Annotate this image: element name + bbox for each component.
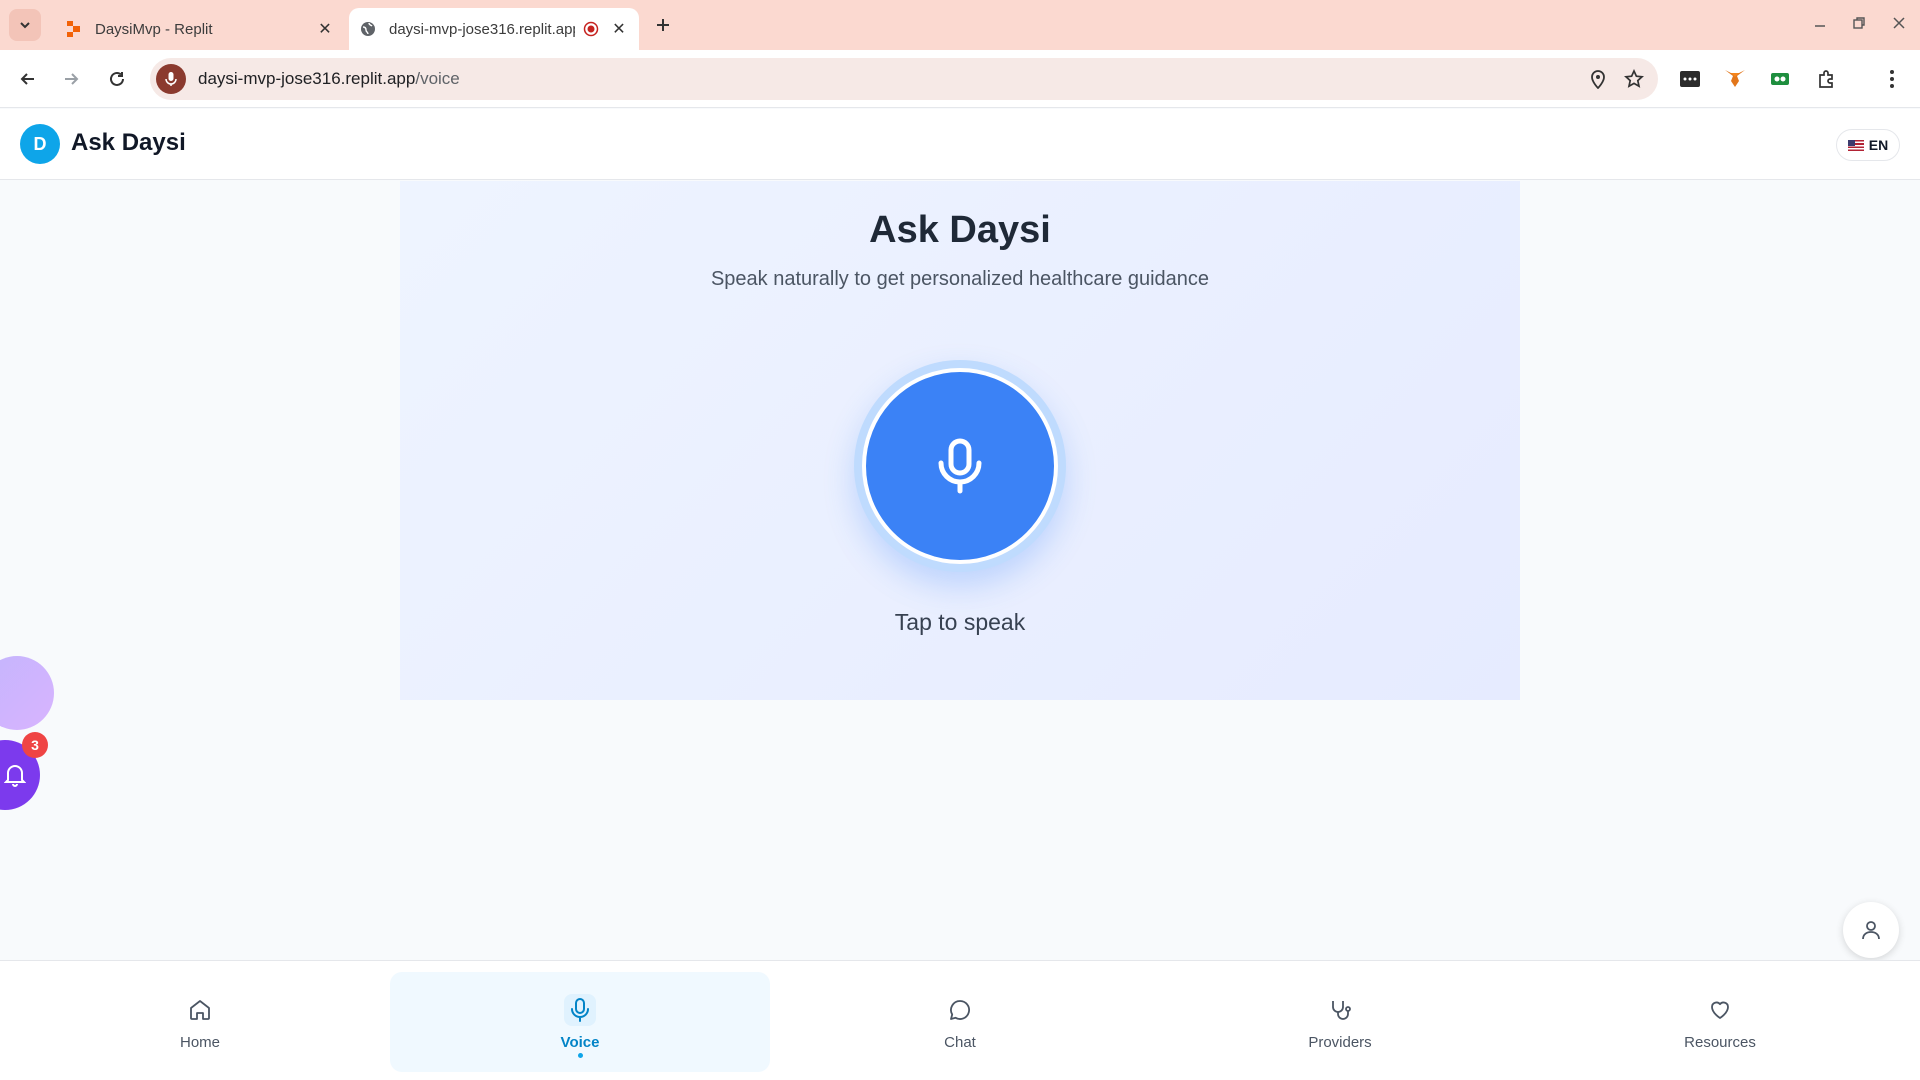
address-bar[interactable]: daysi-mvp-jose316.replit.app/voice [150, 58, 1658, 100]
nav-label: Chat [944, 1033, 976, 1051]
nav-label: Resources [1684, 1033, 1756, 1051]
url-path: /voice [415, 69, 460, 88]
app-title[interactable]: Ask Daysi [71, 129, 186, 157]
app-logo[interactable]: D [20, 124, 60, 164]
chat-icon [944, 994, 976, 1026]
page-subtitle: Speak naturally to get personalized heal… [710, 268, 1210, 290]
bell-icon [4, 765, 26, 787]
bottom-navigation: Home Voice Chat Providers Resources [0, 960, 1920, 1080]
browser-toolbar: daysi-mvp-jose316.replit.app/voice [0, 50, 1920, 108]
browser-tab-active[interactable]: daysi-mvp-jose316.replit.app ✕ [349, 8, 639, 50]
stethoscope-icon [1324, 994, 1356, 1026]
active-indicator-dot [577, 1053, 583, 1058]
microphone-icon [938, 438, 982, 494]
voice-panel: Ask Daysi Speak naturally to get persona… [400, 181, 1520, 700]
browser-tab-bar: DaysiMvp - Replit ✕ daysi-mvp-jose316.re… [0, 0, 1920, 50]
reload-button[interactable] [102, 64, 132, 94]
mic-icon [564, 993, 596, 1026]
record-voice-button[interactable] [862, 368, 1058, 564]
plus-icon [657, 19, 669, 31]
tap-to-speak-label: Tap to speak [894, 609, 1026, 635]
minimize-icon [1815, 25, 1825, 27]
us-flag-icon [1847, 139, 1864, 151]
close-tab-icon[interactable]: ✕ [313, 17, 337, 41]
bookmark-star-icon[interactable] [1616, 61, 1652, 97]
tab-title: DaysiMvp - Replit [95, 20, 213, 38]
replit-icon [65, 20, 83, 38]
user-icon [1862, 921, 1880, 940]
app-header: D Ask Daysi EN [0, 109, 1920, 180]
globe-icon [359, 20, 377, 38]
chevron-down-icon [20, 22, 30, 29]
profile-button[interactable] [1843, 902, 1899, 958]
home-icon [184, 994, 216, 1026]
language-code: EN [1868, 137, 1889, 153]
arrow-right-icon [65, 73, 79, 85]
browser-menu-icon[interactable] [1877, 64, 1907, 94]
nav-item-home[interactable]: Home [10, 972, 390, 1072]
restore-icon [1853, 17, 1865, 29]
url-text: daysi-mvp-jose316.replit.app/voice [198, 69, 1580, 89]
tab-extension-icon[interactable] [1765, 64, 1795, 94]
new-tab-button[interactable] [650, 12, 676, 38]
close-icon [1893, 17, 1905, 29]
close-tab-icon[interactable]: ✕ [607, 17, 631, 41]
nav-item-voice[interactable]: Voice [390, 972, 770, 1072]
minimize-button[interactable] [1805, 10, 1835, 36]
nav-item-resources[interactable]: Resources [1530, 972, 1910, 1072]
nav-label: Voice [560, 1033, 600, 1051]
reload-icon [110, 71, 124, 86]
mic-button-ring [854, 360, 1066, 572]
browser-tab-replit[interactable]: DaysiMvp - Replit ✕ [55, 8, 345, 50]
nav-label: Home [179, 1033, 220, 1051]
language-selector[interactable]: EN [1836, 129, 1900, 161]
nav-label: Providers [1308, 1033, 1372, 1051]
nav-item-chat[interactable]: Chat [770, 972, 1150, 1072]
forward-button[interactable] [56, 64, 86, 94]
page-title: Ask Daysi [869, 209, 1051, 251]
site-mic-icon[interactable] [156, 64, 186, 94]
notification-count-badge: 3 [22, 732, 48, 758]
extensions-puzzle-icon[interactable] [1812, 64, 1842, 94]
tab-search-button[interactable] [9, 9, 41, 41]
metamask-fox-icon[interactable] [1720, 64, 1750, 94]
password-extension-icon[interactable] [1675, 64, 1705, 94]
url-host: daysi-mvp-jose316.replit.app [198, 69, 416, 88]
location-pin-icon[interactable] [1580, 61, 1616, 97]
tab-title: daysi-mvp-jose316.replit.app [389, 20, 575, 38]
recording-icon [583, 21, 599, 37]
arrow-left-icon [20, 73, 34, 85]
back-button[interactable] [13, 64, 43, 94]
assistant-bubble[interactable] [0, 656, 54, 730]
close-window-button[interactable] [1884, 10, 1914, 36]
heart-icon [1704, 994, 1736, 1026]
restore-button[interactable] [1844, 10, 1874, 36]
nav-item-providers[interactable]: Providers [1150, 972, 1530, 1072]
